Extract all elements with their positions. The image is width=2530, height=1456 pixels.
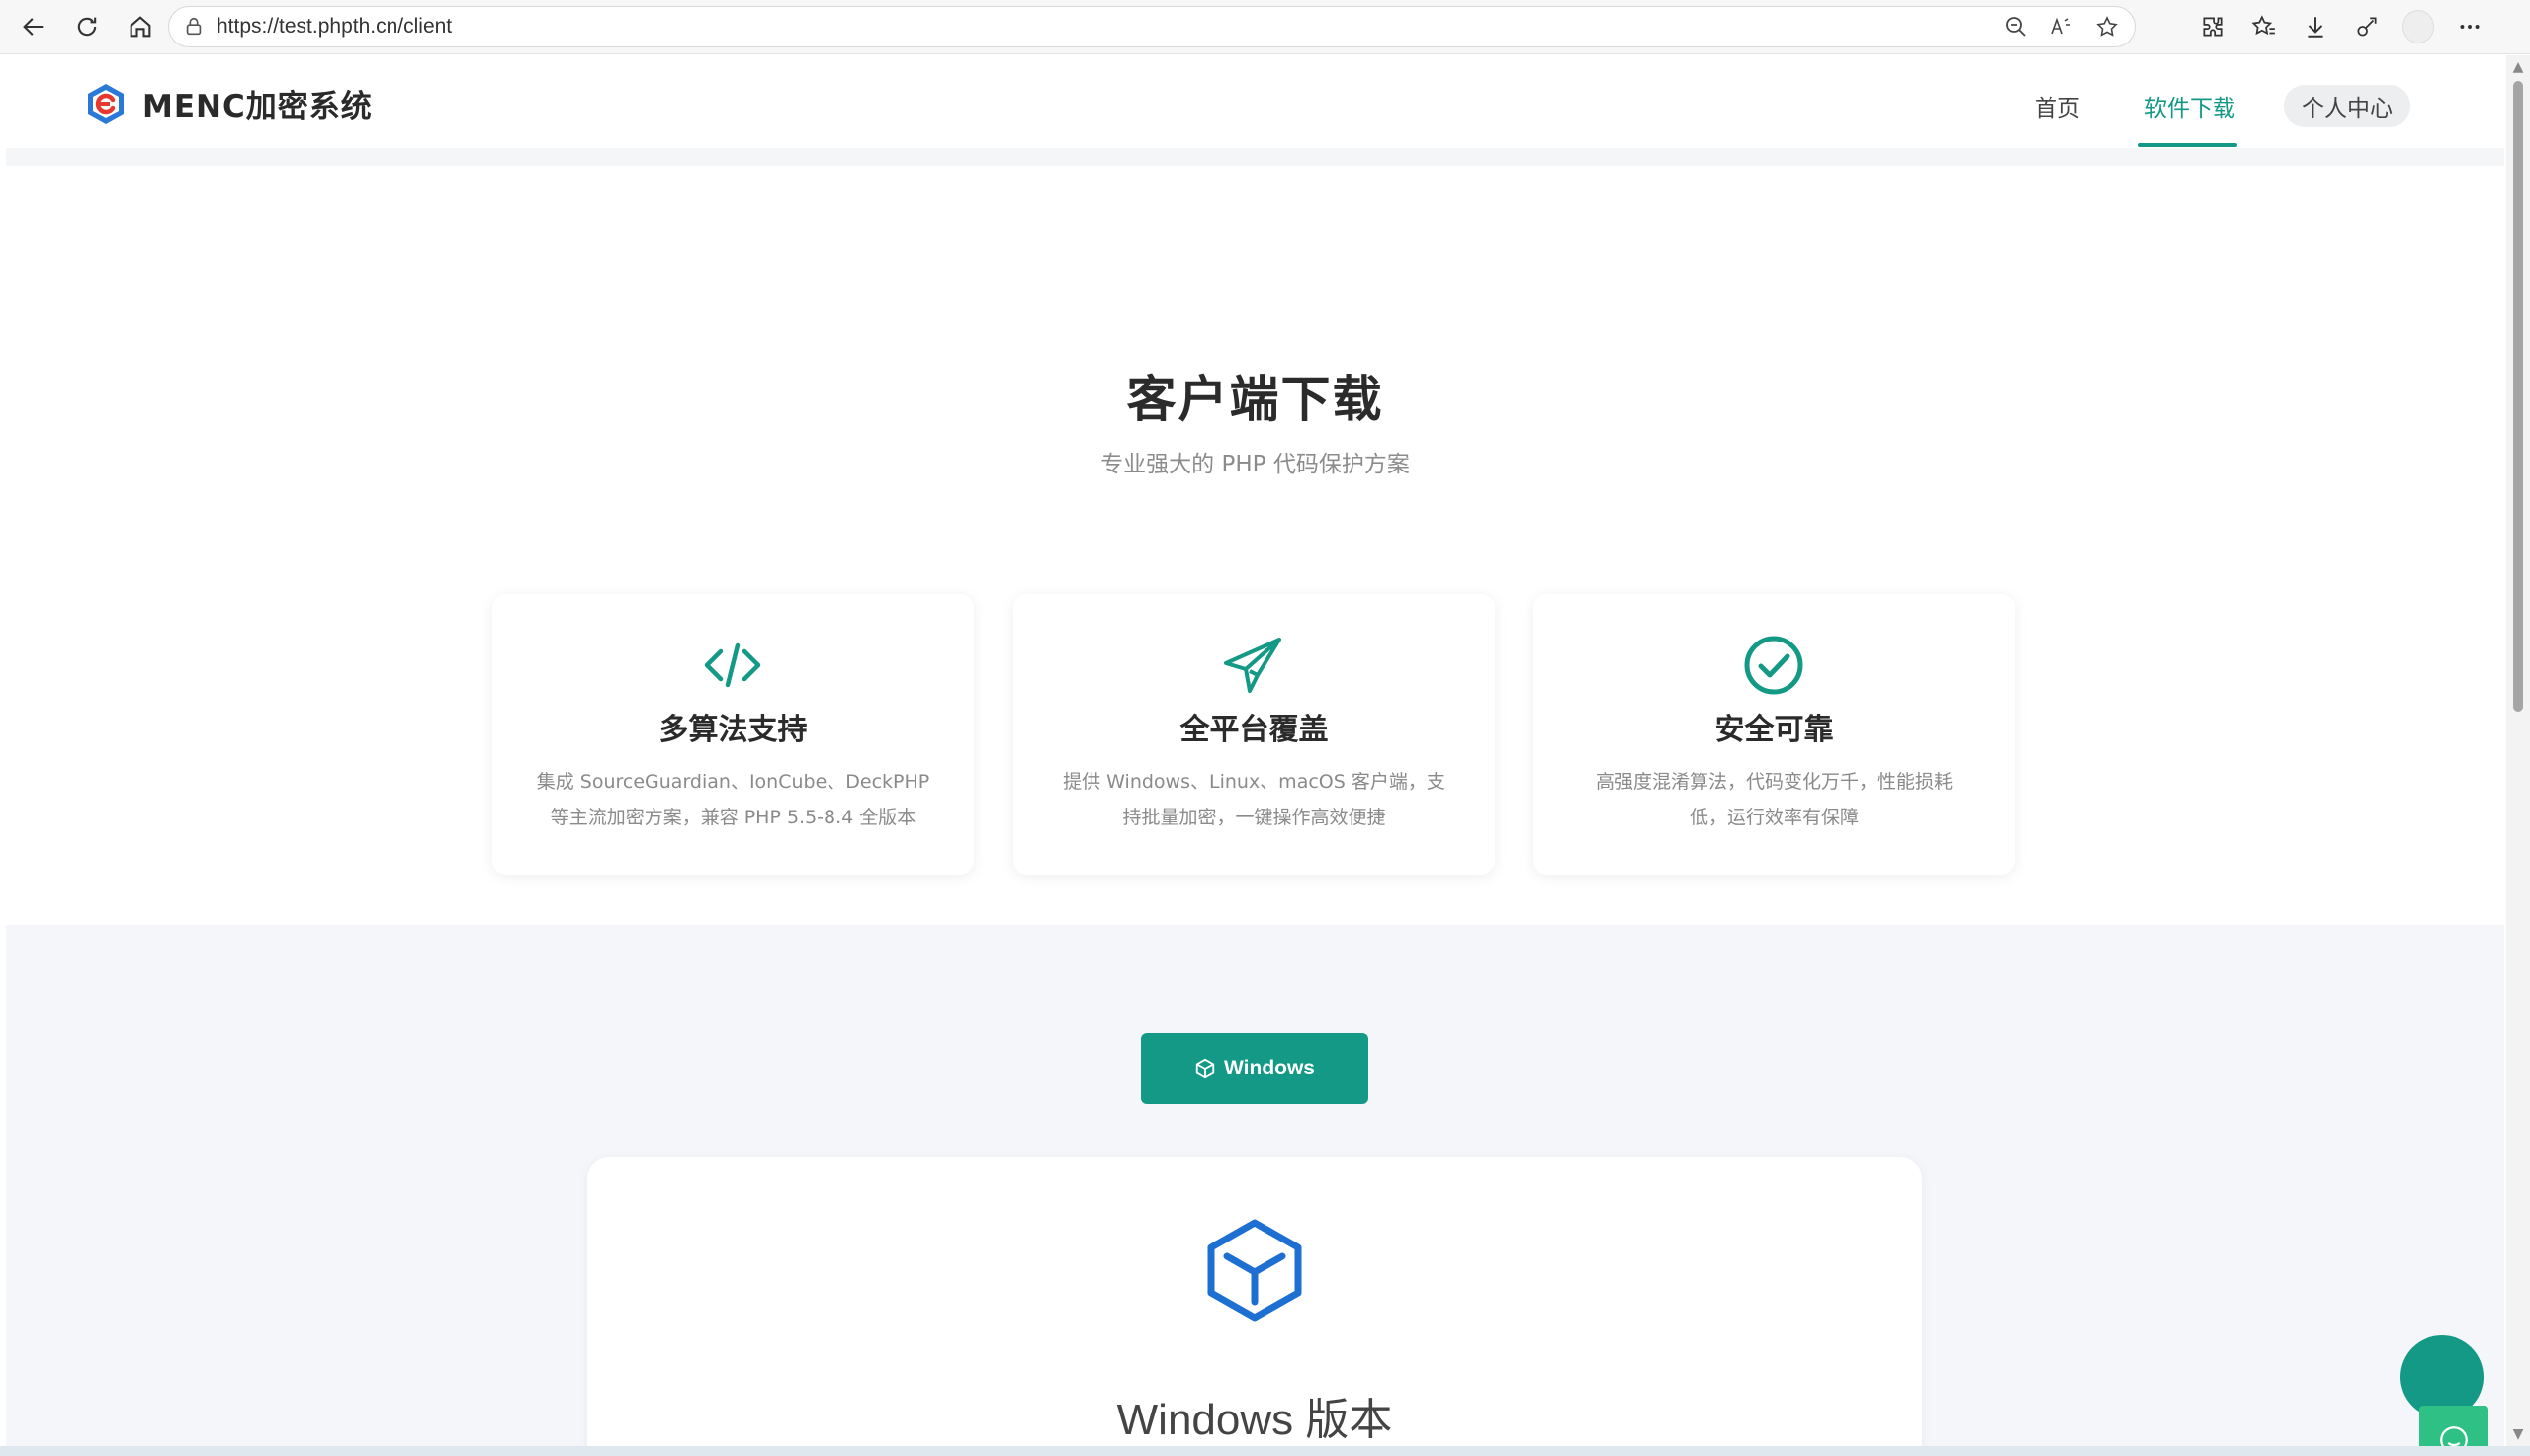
check-circle-icon	[1744, 636, 1803, 695]
page-scrollbar[interactable]: ▲ ▼	[2506, 55, 2530, 1446]
feature-card-algorithms: 多算法支持 集成 SourceGuardian、IonCube、DeckPHP …	[492, 594, 974, 875]
header-divider	[6, 148, 2504, 166]
feature-description: 集成 SourceGuardian、IonCube、DeckPHP 等主流加密方…	[536, 771, 930, 828]
feature-title: 安全可靠	[1714, 713, 1834, 747]
nav-home[interactable]: 首页	[2035, 89, 2080, 123]
scroll-up-icon[interactable]: ▲	[2510, 59, 2526, 75]
collections-icon[interactable]	[2351, 10, 2383, 43]
paper-plane-icon	[1224, 638, 1281, 693]
feature-card-platforms: 全平台覆盖 提供 Windows、Linux、macOS 客户端，支 持批量加密…	[1013, 594, 1495, 875]
cube-icon	[1207, 1219, 1302, 1322]
cube-icon	[1195, 1058, 1215, 1079]
site-logo[interactable]: MENC加密系统	[85, 81, 373, 126]
feature-card-security: 安全可靠 高强度混淆算法，代码变化万千，性能损耗 低，运行效率有保障	[1533, 594, 2015, 875]
code-icon	[704, 642, 761, 688]
profile-avatar[interactable]	[2402, 10, 2434, 43]
chat-icon[interactable]	[2419, 1406, 2488, 1446]
feature-description: 高强度混淆算法，代码变化万千，性能损耗 低，运行效率有保障	[1595, 771, 1953, 828]
site-header: MENC加密系统 首页 软件下载 个人中心	[6, 55, 2504, 148]
zoom-out-icon[interactable]	[2002, 13, 2030, 41]
feature-title: 全平台覆盖	[1179, 713, 1329, 747]
refresh-button[interactable]	[67, 7, 107, 46]
page-subtitle: 专业强大的 PHP 代码保护方案	[1100, 452, 1410, 477]
more-menu-icon[interactable]	[2454, 10, 2486, 43]
favorite-star-icon[interactable]	[2093, 13, 2121, 41]
url-text[interactable]: https://test.phpth.cn/client	[217, 15, 452, 39]
downloads-icon[interactable]	[2300, 10, 2331, 43]
tab-windows-label: Windows	[1224, 1057, 1315, 1079]
feature-title: 多算法支持	[658, 713, 808, 747]
extensions-icon[interactable]	[2197, 10, 2228, 43]
window-bottom-edge	[0, 1446, 2530, 1456]
active-nav-indicator	[2138, 143, 2237, 147]
nav-user-center-button[interactable]: 个人中心	[2284, 85, 2410, 127]
page-title: 客户端下载	[1126, 371, 1384, 428]
home-button[interactable]	[121, 7, 160, 46]
nav-software-download[interactable]: 软件下载	[2144, 89, 2235, 123]
menc-logo-icon	[88, 83, 124, 124]
scroll-down-icon[interactable]: ▼	[2510, 1426, 2526, 1442]
brand-name: MENC加密系统	[142, 89, 373, 125]
tab-windows[interactable]: Windows	[1141, 1033, 1368, 1104]
page-viewport: MENC加密系统 首页 软件下载 个人中心 客户端下载 专业强大的 PHP 代码…	[6, 55, 2504, 1446]
favorites-icon[interactable]	[2248, 10, 2280, 43]
scrollbar-thumb[interactable]	[2513, 81, 2523, 712]
feature-description: 提供 Windows、Linux、macOS 客户端，支 持批量加密，一键操作高…	[1063, 771, 1445, 828]
back-button[interactable]	[14, 7, 53, 46]
browser-toolbar: https://test.phpth.cn/client	[0, 0, 2530, 54]
lock-icon	[186, 17, 202, 36]
version-title: Windows 版本	[1116, 1396, 1393, 1444]
address-bar[interactable]: https://test.phpth.cn/client	[168, 6, 2136, 47]
windows-version-card: Windows 版本	[587, 1157, 1922, 1446]
read-aloud-icon[interactable]	[2048, 13, 2075, 41]
